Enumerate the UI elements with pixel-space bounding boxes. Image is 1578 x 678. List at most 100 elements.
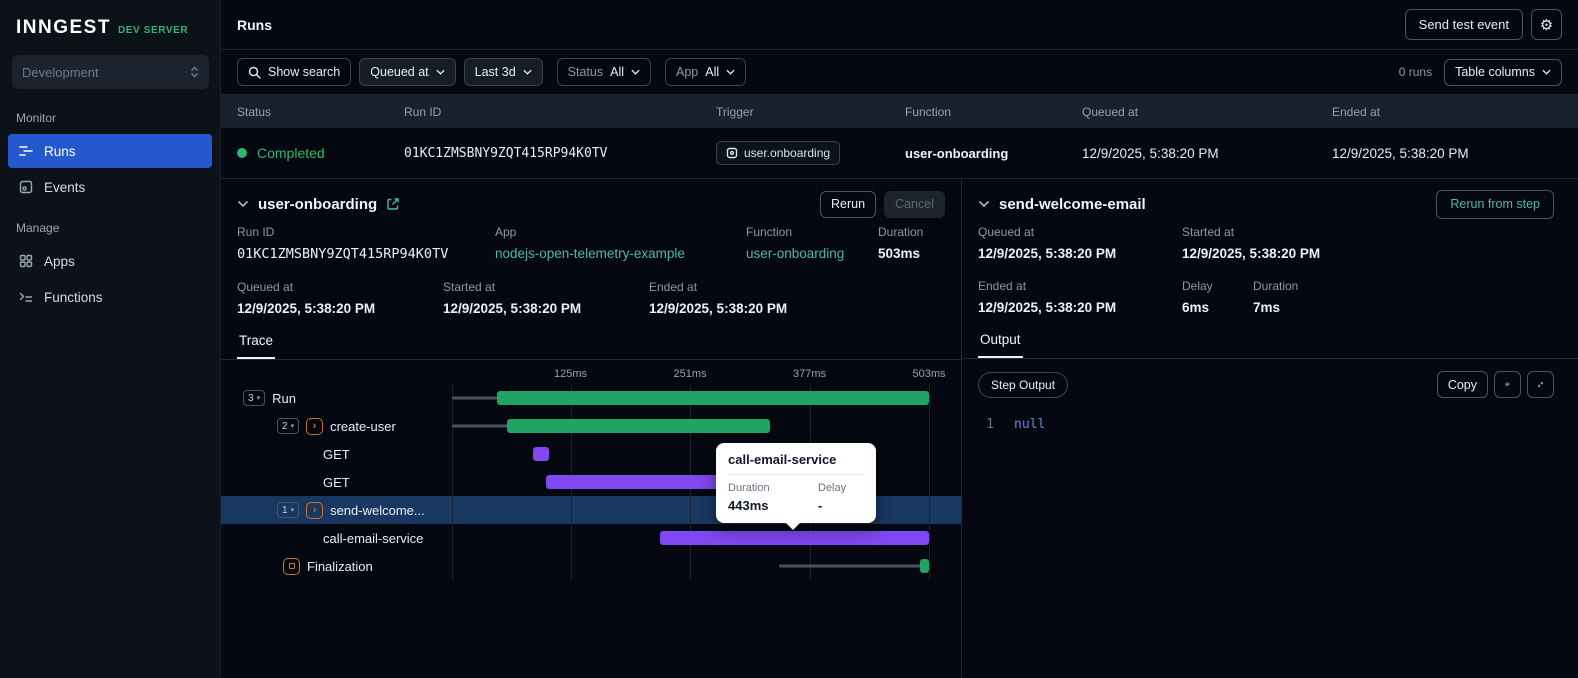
sidebar-item-functions[interactable]: Functions bbox=[8, 280, 212, 314]
output-value: null bbox=[1014, 417, 1046, 432]
step-ended-at-label: Ended at bbox=[978, 279, 1027, 293]
sidebar-item-events[interactable]: Events bbox=[8, 170, 212, 204]
step-panel-header: send-welcome-email Rerun from step bbox=[962, 179, 1578, 219]
cancel-button[interactable]: Cancel bbox=[884, 190, 945, 218]
step-duration-field: Duration 7ms bbox=[1253, 279, 1298, 315]
tab-trace[interactable]: Trace bbox=[237, 329, 276, 359]
axis-tick-label: 503ms bbox=[912, 368, 946, 380]
table-columns-dropdown[interactable]: Table columns bbox=[1444, 58, 1562, 86]
time-range-dropdown[interactable]: Last 3d bbox=[463, 58, 543, 86]
chevron-down-icon bbox=[436, 69, 445, 75]
collapse-step-button[interactable] bbox=[978, 200, 990, 208]
status-text: Completed bbox=[257, 145, 325, 161]
trace-row[interactable]: 2 ▾ › create-user bbox=[221, 412, 961, 440]
app-link[interactable]: nodejs-open-telemetry-example bbox=[495, 246, 746, 261]
function-label: Function bbox=[746, 225, 793, 239]
collapse-count-badge[interactable]: 3 ▾ bbox=[243, 390, 266, 406]
step-ended-at-field: Ended at 12/9/2025, 5:38:20 PM bbox=[978, 279, 1182, 315]
tab-output[interactable]: Output bbox=[978, 328, 1023, 358]
dev-server-badge: DEV SERVER bbox=[117, 25, 189, 36]
trace-row[interactable]: call-email-service bbox=[221, 524, 961, 552]
trace-waterfall: 125ms 251ms 377ms 503ms 3 ▾ Run 2 ▾ › create-user… bbox=[221, 360, 961, 678]
show-search-button[interactable]: Show search bbox=[237, 58, 352, 86]
started-at-label: Started at bbox=[443, 280, 496, 294]
span-bar[interactable] bbox=[532, 447, 549, 461]
environment-selector[interactable]: Development bbox=[12, 55, 209, 89]
rerun-button[interactable]: Rerun bbox=[820, 190, 877, 218]
external-link-icon[interactable] bbox=[386, 197, 400, 211]
run-panel-title: user-onboarding bbox=[258, 195, 378, 213]
span-bar[interactable] bbox=[920, 559, 929, 573]
app-filter-label: App bbox=[676, 65, 699, 79]
collapse-run-button[interactable] bbox=[237, 200, 249, 208]
duration-label: Duration bbox=[878, 225, 924, 239]
filter-bar-right: 0 runs Table columns bbox=[1399, 58, 1562, 86]
step-icon: › bbox=[306, 501, 324, 519]
trigger-badge[interactable]: user.onboarding bbox=[716, 141, 841, 165]
trace-row-label: Finalization bbox=[221, 557, 452, 575]
trigger-name: user.onboarding bbox=[744, 146, 831, 160]
span-bar[interactable] bbox=[507, 419, 770, 433]
function-link[interactable]: user-onboarding bbox=[746, 246, 878, 261]
app-label: App bbox=[495, 225, 517, 239]
filter-bar: Show search Queued at Last 3d Status All… bbox=[221, 50, 1578, 95]
rerun-from-step-button[interactable]: Rerun from step bbox=[1436, 189, 1554, 219]
lines-icon bbox=[1505, 382, 1510, 387]
functions-icon bbox=[19, 292, 33, 302]
app-filter-dropdown[interactable]: App All bbox=[665, 58, 747, 86]
trace-step-name: Run bbox=[272, 390, 296, 406]
trace-row[interactable]: 3 ▾ Run bbox=[221, 384, 961, 412]
started-at-value: 12/9/2025, 5:38:20 PM bbox=[443, 301, 582, 316]
wrap-lines-button[interactable] bbox=[1494, 371, 1521, 398]
queued-at-dropdown[interactable]: Queued at bbox=[359, 58, 456, 86]
table-row[interactable]: Completed 01KC1ZMSBNY9ZQT415RP94K0TV use… bbox=[221, 128, 1578, 179]
trace-bar-lane bbox=[452, 524, 929, 552]
trace-row-label: 3 ▾ Run bbox=[221, 390, 452, 406]
ended-at-cell: 12/9/2025, 5:38:20 PM bbox=[1332, 145, 1469, 161]
output-actions: Copy bbox=[1436, 371, 1554, 398]
step-panel-title: send-welcome-email bbox=[999, 195, 1146, 213]
trace-step-name: create-user bbox=[330, 418, 396, 434]
step-ended-at-value: 12/9/2025, 5:38:20 PM bbox=[978, 300, 1117, 315]
chevron-down-icon bbox=[726, 69, 735, 75]
settings-button[interactable]: ⚙ bbox=[1531, 9, 1562, 40]
app-filter-value: All bbox=[705, 65, 720, 79]
span-bar[interactable] bbox=[496, 391, 929, 405]
step-duration-label: Duration bbox=[1253, 279, 1299, 293]
trace-row[interactable]: Finalization bbox=[221, 552, 961, 580]
run-status-cell: Completed bbox=[237, 145, 404, 161]
function-cell: user-onboarding bbox=[905, 145, 1009, 161]
sidebar-item-label: Events bbox=[44, 179, 86, 195]
step-tabs: Output bbox=[962, 328, 1578, 359]
chevron-down-icon bbox=[631, 69, 640, 75]
chevron-down-icon bbox=[1542, 69, 1551, 75]
apps-icon bbox=[19, 254, 33, 268]
status-filter-dropdown[interactable]: Status All bbox=[556, 58, 652, 86]
page-title: Runs bbox=[237, 16, 272, 33]
column-header-status: Status bbox=[237, 104, 272, 119]
updown-chevron-icon bbox=[190, 66, 199, 78]
trace-row-label: 2 ▾ › create-user bbox=[221, 417, 452, 435]
sidebar-item-apps[interactable]: Apps bbox=[8, 244, 212, 278]
send-test-event-button[interactable]: Send test event bbox=[1404, 9, 1523, 40]
collapse-count-badge[interactable]: 1 ▾ bbox=[277, 502, 300, 518]
step-fields-row2: Ended at 12/9/2025, 5:38:20 PM Delay 6ms… bbox=[962, 279, 1578, 315]
run-id-label: Run ID bbox=[237, 225, 275, 239]
expand-output-button[interactable] bbox=[1527, 371, 1554, 398]
run-id-cell: 01KC1ZMSBNY9ZQT415RP94K0TV bbox=[404, 145, 608, 161]
run-actions: Rerun Cancel bbox=[820, 190, 945, 218]
started-at-field: Started at 12/9/2025, 5:38:20 PM bbox=[443, 280, 649, 316]
step-fields-row1: Queued at 12/9/2025, 5:38:20 PM Started … bbox=[962, 225, 1578, 261]
ended-at-label: Ended at bbox=[649, 280, 698, 294]
sidebar-item-label: Functions bbox=[44, 289, 103, 305]
collapse-count-badge[interactable]: 2 ▾ bbox=[277, 418, 300, 434]
copy-button[interactable]: Copy bbox=[1436, 371, 1488, 398]
trace-time-axis: 125ms 251ms 377ms 503ms bbox=[452, 366, 946, 384]
step-delay-value: 6ms bbox=[1182, 300, 1210, 315]
chevron-down-icon bbox=[978, 200, 990, 208]
trace-row-label: call-email-service bbox=[221, 531, 452, 546]
step-icon: › bbox=[306, 417, 324, 435]
sidebar-item-runs[interactable]: Runs bbox=[8, 134, 212, 168]
column-header-function: Function bbox=[905, 104, 952, 119]
span-bar[interactable] bbox=[659, 531, 929, 545]
